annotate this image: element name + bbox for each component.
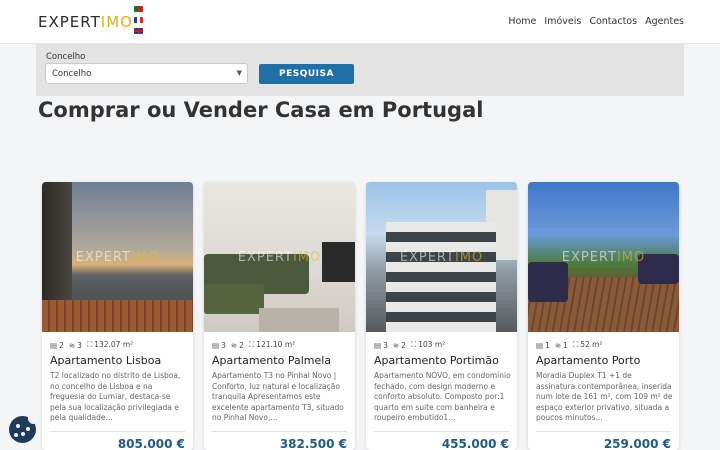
chevron-down-icon: ▼ [236,69,242,77]
listing-photo[interactable]: EXPERTIMO [528,182,679,332]
flag-fr-icon[interactable] [134,17,143,23]
area-icon: ⛶ [410,340,417,349]
divider [212,431,347,432]
bed-icon: ▤ [536,340,544,350]
baths-count: 1 [563,340,568,350]
page-title: Comprar ou Vender Casa em Portugal [38,98,484,122]
bed-icon: ▤ [374,340,382,350]
area-value: 121.10 m² [256,340,296,349]
divider [536,431,671,432]
beds-count: 3 [221,340,226,350]
nav-agentes[interactable]: Agentes [645,16,684,27]
area-icon: ⛶ [86,340,93,349]
listing-stats: ▤ 3 ≋ 2 ⛶ 121.10 m² [212,340,295,350]
listing-stats: ▤ 3 ≋ 2 ⛶ 103 m² [374,340,445,350]
area-value: 52 m² [580,340,603,349]
logo-accent: IMO [100,13,133,31]
search-panel: Concelho Concelho ▼ PESQUISA [36,44,684,96]
listing-price: 382.500 € [279,437,347,450]
listing-card[interactable]: EXPERTIMO ▤ 1 ≋ 1 ⛶ 52 m² Apartamento Porto… [528,182,679,450]
bath-icon: ≋ [68,340,76,350]
listing-price: 259.000 € [603,437,671,450]
listing-stats: ▤ 1 ≋ 1 ⛶ 52 m² [536,340,602,350]
beds-count: 2 [59,340,64,350]
concelho-label: Concelho [46,52,86,62]
listing-card[interactable]: EXPERTIMO ▤ 3 ≋ 2 ⛶ 121.10 m² Apartamento P… [204,182,355,450]
cookie-settings-icon[interactable] [9,413,39,443]
bath-icon: ≋ [392,340,400,350]
concelho-select-value: Concelho [52,69,92,79]
listing-title[interactable]: Apartamento Palmela [212,354,331,367]
nav-imoveis[interactable]: Imóveis [544,16,581,27]
main-nav: Home Imóveis Contactos Agentes [508,16,684,27]
watermark: EXPERTIMO [237,250,322,265]
divider [50,431,185,432]
flag-pt-icon[interactable] [134,6,143,12]
logo[interactable]: EXPERTIMO [38,13,133,31]
bed-icon: ▤ [212,340,220,350]
area-icon: ⛶ [572,340,579,349]
concelho-select[interactable]: Concelho ▼ [45,63,248,84]
area-icon: ⛶ [248,340,255,349]
watermark: EXPERTIMO [75,250,160,265]
beds-count: 1 [545,340,550,350]
listing-description: Moradia Duplex T1 +1 de assinatura conte… [536,371,673,422]
listing-stats: ▤ 2 ≋ 3 ⛶ 132.07 m² [50,340,133,350]
listing-description: Apartamento NOVO, em condomínio fechado,… [374,371,511,422]
listing-card[interactable]: EXPERTIMO ▤ 3 ≋ 2 ⛶ 103 m² Apartamento Port… [366,182,517,450]
bath-icon: ≋ [230,340,238,350]
listing-title[interactable]: Apartamento Lisboa [50,354,161,367]
baths-count: 2 [401,340,406,350]
watermark: EXPERTIMO [561,250,646,265]
nav-home[interactable]: Home [508,16,536,27]
search-button[interactable]: PESQUISA [259,64,354,84]
listing-title[interactable]: Apartamento Portimão [374,354,499,367]
listing-description: T2 localizado no distrito de Lisboa, no … [50,371,181,422]
listing-price: 455.000 € [441,437,509,450]
site-header: EXPERTIMO Home Imóveis Contactos Agentes [0,0,720,44]
bed-icon: ▤ [50,340,58,350]
logo-main: EXPERT [38,13,101,31]
listing-card[interactable]: EXPERTIMO ▤ 2 ≋ 3 ⛶ 132.07 m² Apartamento L… [42,182,193,450]
listing-title[interactable]: Apartamento Porto [536,354,640,367]
divider [374,431,509,432]
area-value: 132.07 m² [94,340,134,349]
nav-contactos[interactable]: Contactos [589,16,637,27]
listing-price: 805.000 € [117,437,185,450]
watermark: EXPERTIMO [399,250,484,265]
baths-count: 2 [239,340,244,350]
listing-photo[interactable]: EXPERTIMO [204,182,355,332]
bath-icon: ≋ [554,340,562,350]
area-value: 103 m² [418,340,446,349]
listing-description: Apartamento T3 no Pinhal Novo | Conforto… [212,371,344,422]
listing-photo[interactable]: EXPERTIMO [42,182,193,332]
beds-count: 3 [383,340,388,350]
flag-gb-icon[interactable] [134,28,143,34]
language-switcher [134,6,143,39]
listing-photo[interactable]: EXPERTIMO [366,182,517,332]
baths-count: 3 [77,340,82,350]
